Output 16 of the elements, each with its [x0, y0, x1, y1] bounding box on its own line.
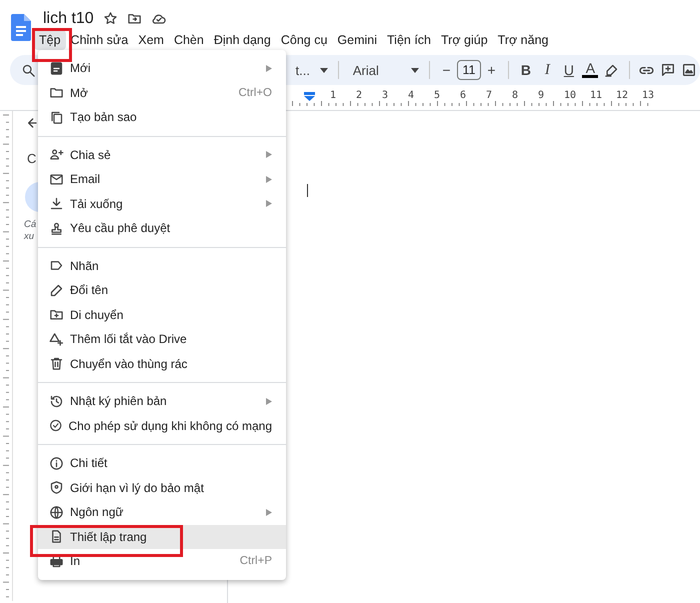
ruler-number: 10: [563, 90, 578, 101]
ruler-number: 11: [589, 90, 604, 101]
ruler-number: 1: [329, 90, 338, 101]
ruler-number: 8: [511, 90, 520, 101]
outline-note: xu: [24, 231, 36, 243]
outline-note: Cá: [24, 219, 36, 231]
ruler-number: 3: [381, 90, 390, 101]
ruler-number: 2: [355, 90, 364, 101]
ruler-number: 5: [433, 90, 442, 101]
ruler-number: 6: [459, 90, 468, 101]
ruler-number: 7: [485, 90, 494, 101]
ruler-number: 4: [407, 90, 416, 101]
ruler-number: 13: [641, 90, 656, 101]
ruler-number: 12: [615, 90, 630, 101]
ruler-number: 9: [537, 90, 546, 101]
outline-heading: C: [27, 151, 36, 166]
